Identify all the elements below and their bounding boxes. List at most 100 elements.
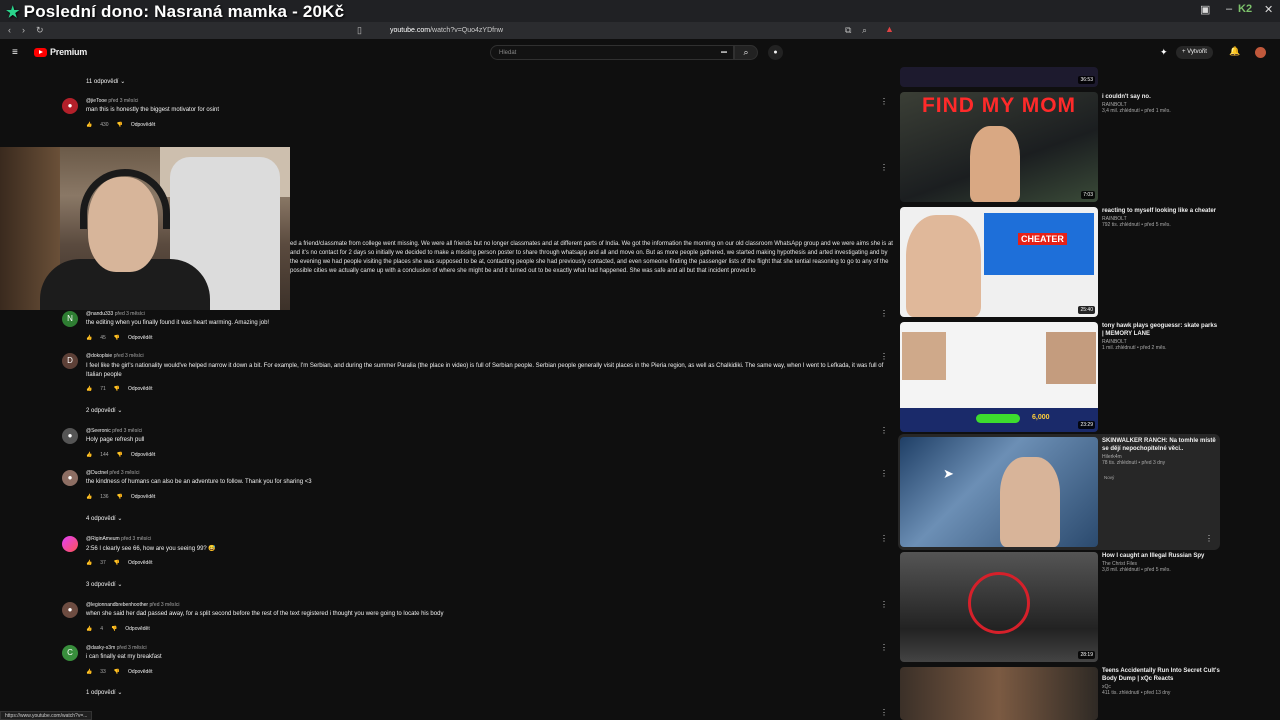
- dislike-icon[interactable]: 👎: [114, 669, 120, 675]
- twitch-icon[interactable]: ▣: [1200, 3, 1210, 16]
- video-title[interactable]: reacting to myself looking like a cheate…: [1102, 207, 1220, 215]
- avatar[interactable]: C: [62, 645, 78, 661]
- search-input[interactable]: Hledat ▬: [490, 45, 734, 60]
- reply-button[interactable]: Odpovědět: [128, 335, 152, 341]
- forward-icon[interactable]: ›: [22, 26, 25, 35]
- avatar[interactable]: D: [62, 353, 78, 369]
- video-thumbnail[interactable]: CHEATER 25:40: [900, 207, 1098, 317]
- more-icon[interactable]: ⋮: [880, 708, 888, 717]
- avatar[interactable]: ●: [62, 602, 78, 618]
- account-avatar[interactable]: [1255, 47, 1266, 58]
- comment-author[interactable]: @Ductnel: [86, 470, 108, 476]
- dislike-icon[interactable]: 👎: [117, 494, 123, 500]
- reload-icon[interactable]: ↻: [36, 26, 44, 35]
- video-thumbnail[interactable]: [900, 667, 1098, 720]
- extension-icon[interactable]: ▲: [885, 25, 894, 34]
- reply-button[interactable]: Odpovědět: [131, 494, 155, 500]
- avatar[interactable]: [62, 536, 78, 552]
- comment-time[interactable]: před 3 měsíci: [121, 536, 151, 542]
- back-icon[interactable]: ‹: [8, 26, 11, 35]
- more-icon[interactable]: ⋮: [880, 534, 888, 543]
- comment-time[interactable]: před 3 měsíci: [115, 311, 145, 317]
- video-info[interactable]: reacting to myself looking like a cheate…: [1102, 207, 1220, 228]
- like-icon[interactable]: 👍: [86, 386, 92, 392]
- dislike-icon[interactable]: 👎: [111, 626, 117, 632]
- dislike-icon[interactable]: 👎: [114, 386, 120, 392]
- address-field[interactable]: youtube.com/watch?v=Quo4zYDfnw: [376, 24, 856, 37]
- reply-button[interactable]: Odpovědět: [128, 386, 152, 392]
- dislike-icon[interactable]: 👎: [117, 452, 123, 458]
- menu-icon[interactable]: ≡: [12, 48, 18, 58]
- cast-icon[interactable]: ✦: [1160, 48, 1168, 57]
- video-thumbnail[interactable]: 36:53: [900, 67, 1098, 87]
- minimize-icon[interactable]: –: [1226, 3, 1232, 15]
- youtube-logo[interactable]: Premium: [34, 47, 87, 57]
- reply-button[interactable]: Odpovědět: [131, 122, 155, 128]
- replies-toggle[interactable]: 4 odpovědí ⌄: [86, 515, 122, 522]
- avatar[interactable]: ●: [62, 98, 78, 114]
- replies-toggle[interactable]: 1 odpovědí ⌄: [86, 689, 122, 696]
- comment-author[interactable]: @jieTooe: [86, 98, 107, 104]
- like-icon[interactable]: 👍: [86, 494, 92, 500]
- like-icon[interactable]: 👍: [86, 669, 92, 675]
- more-icon[interactable]: ⋮: [880, 600, 888, 609]
- like-icon[interactable]: 👍: [86, 626, 92, 632]
- comment-time[interactable]: před 3 měsíci: [114, 353, 144, 359]
- comment-author[interactable]: @dasky-s3m: [86, 645, 115, 651]
- video-info[interactable]: SKINWALKER RANCH: Na tomhle místě se děj…: [1102, 437, 1220, 484]
- more-icon[interactable]: ⋮: [880, 163, 888, 172]
- like-icon[interactable]: 👍: [86, 122, 92, 128]
- comment-time[interactable]: před 3 měsíci: [117, 645, 147, 651]
- video-thumbnail[interactable]: FIND MY MOM 7:03: [900, 92, 1098, 202]
- dislike-icon[interactable]: 👎: [114, 335, 120, 341]
- video-title[interactable]: SKINWALKER RANCH: Na tomhle místě se děj…: [1102, 437, 1220, 453]
- more-icon[interactable]: ⋮: [1205, 534, 1213, 543]
- like-icon[interactable]: 👍: [86, 452, 92, 458]
- mic-button[interactable]: ●: [768, 45, 783, 60]
- video-info[interactable]: How I caught an Illegal Russian Spy The …: [1102, 552, 1220, 573]
- comment-author[interactable]: @legionnandbrebenhoother: [86, 602, 148, 608]
- more-icon[interactable]: ⋮: [880, 469, 888, 478]
- comment-time[interactable]: před 3 měsíci: [108, 98, 138, 104]
- comment-author[interactable]: @RiginAmeum: [86, 536, 120, 542]
- more-icon[interactable]: ⋮: [880, 426, 888, 435]
- like-icon[interactable]: 👍: [86, 335, 92, 341]
- avatar[interactable]: ●: [62, 470, 78, 486]
- more-icon[interactable]: ⋮: [880, 97, 888, 106]
- comment-time[interactable]: před 3 měsíci: [112, 428, 142, 434]
- avatar[interactable]: N: [62, 311, 78, 327]
- video-title[interactable]: How I caught an Illegal Russian Spy: [1102, 552, 1220, 560]
- dislike-icon[interactable]: 👎: [117, 122, 123, 128]
- zoom-icon[interactable]: ⌕: [862, 26, 867, 35]
- keyboard-icon[interactable]: ▬: [721, 49, 727, 55]
- comment-author[interactable]: @dokoplsie: [86, 353, 112, 359]
- comment-author[interactable]: @Seeronic: [86, 428, 111, 434]
- more-icon[interactable]: ⋮: [880, 309, 888, 318]
- like-icon[interactable]: 👍: [86, 560, 92, 566]
- comment-time[interactable]: před 3 měsíci: [109, 470, 139, 476]
- video-thumbnail[interactable]: 28:19: [900, 552, 1098, 662]
- dislike-icon[interactable]: 👎: [114, 560, 120, 566]
- video-title[interactable]: tony hawk plays geoguessr: skate parks |…: [1102, 322, 1220, 338]
- more-icon[interactable]: ⋮: [880, 352, 888, 361]
- reply-button[interactable]: Odpovědět: [128, 560, 152, 566]
- video-title[interactable]: i couldn't say no.: [1102, 93, 1220, 101]
- search-button[interactable]: ⌕: [734, 45, 758, 60]
- video-thumbnail[interactable]: 6,000 23:29: [900, 322, 1098, 432]
- reply-button[interactable]: Odpovědět: [128, 669, 152, 675]
- reply-button[interactable]: Odpovědět: [125, 626, 149, 632]
- video-info[interactable]: Teens Accidentally Run Into Secret Cult'…: [1102, 667, 1220, 696]
- avatar[interactable]: ●: [62, 428, 78, 444]
- share-icon[interactable]: ⧉: [845, 26, 851, 35]
- video-thumbnail[interactable]: [900, 437, 1098, 547]
- replies-toggle[interactable]: 3 odpovědí ⌄: [86, 581, 122, 588]
- reply-button[interactable]: Odpovědět: [131, 452, 155, 458]
- bookmark-icon[interactable]: ▯: [357, 26, 362, 35]
- video-info[interactable]: tony hawk plays geoguessr: skate parks |…: [1102, 322, 1220, 351]
- close-icon[interactable]: ✕: [1264, 3, 1273, 16]
- create-button[interactable]: + Vytvořit: [1176, 46, 1213, 59]
- comment-author[interactable]: @nandu333: [86, 311, 113, 317]
- notifications-icon[interactable]: 🔔: [1229, 47, 1240, 56]
- video-title[interactable]: Teens Accidentally Run Into Secret Cult'…: [1102, 667, 1220, 683]
- video-info[interactable]: i couldn't say no. RAINBOLT 3,4 mil. zhl…: [1102, 93, 1220, 114]
